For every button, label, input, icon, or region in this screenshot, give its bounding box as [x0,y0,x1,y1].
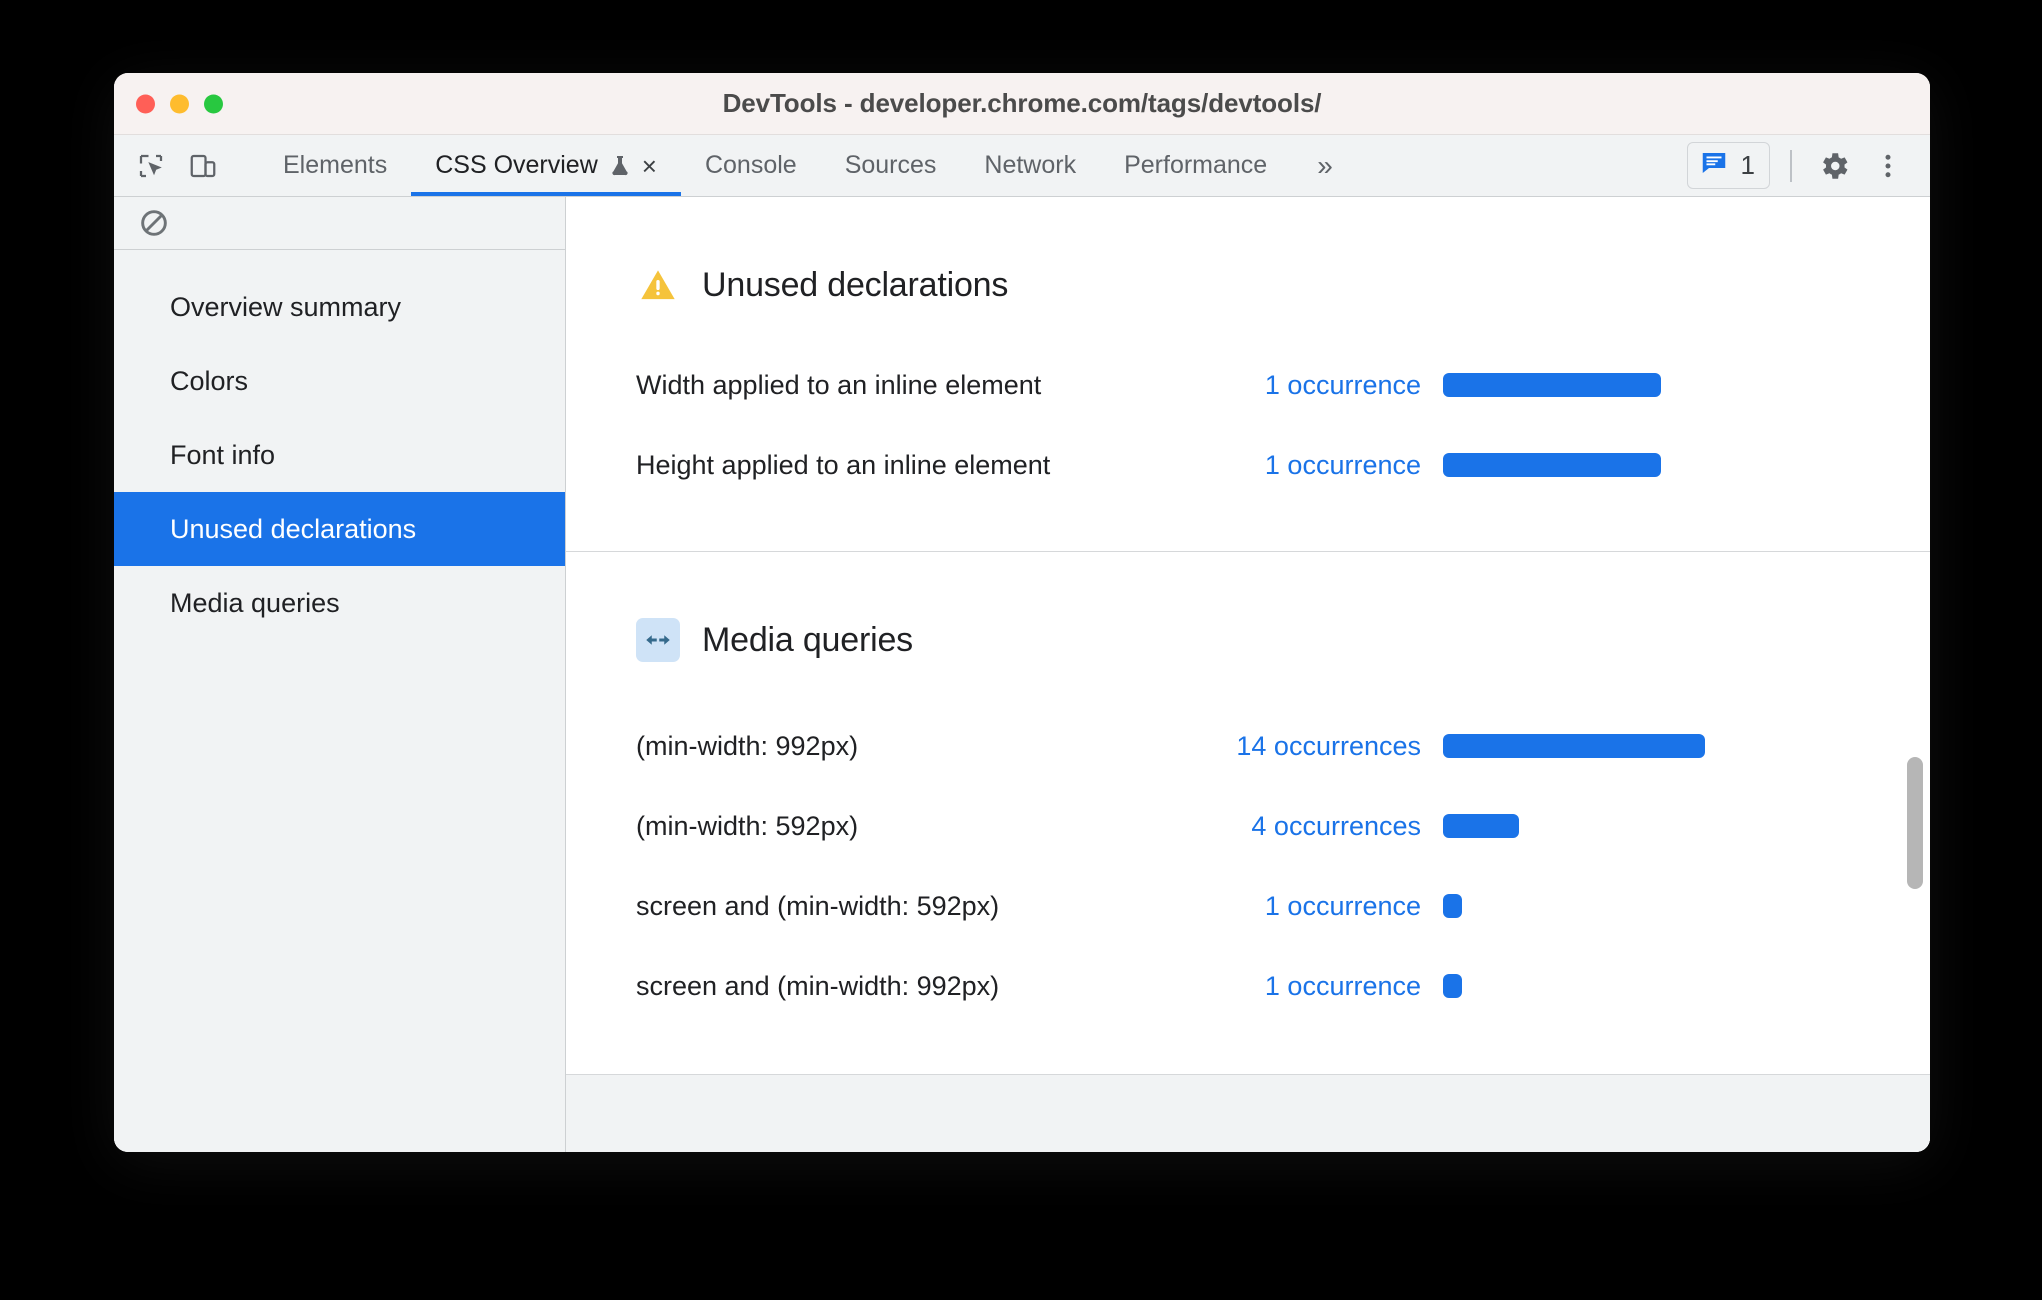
horizontal-resize-icon [636,618,680,662]
tab-sources[interactable]: Sources [821,135,961,196]
window-controls[interactable] [136,94,223,113]
table-row[interactable]: (min-width: 992px) 14 occurrences [566,706,1930,786]
section-title: Unused declarations [702,265,1009,304]
warning-triangle-icon [636,263,680,307]
tab-label: Performance [1124,151,1268,179]
close-tab-icon[interactable]: × [642,153,657,179]
message-icon [1699,148,1729,183]
content-bottom-strip [566,1074,1930,1152]
row-label: (min-width: 592px) [636,810,859,841]
inspect-element-icon[interactable] [132,147,170,185]
window-titlebar: DevTools - developer.chrome.com/tags/dev… [114,73,1930,135]
sidebar-item-label: Overview summary [170,291,402,322]
table-row[interactable]: (min-width: 592px) 4 occurrences [566,786,1930,866]
row-count-link[interactable]: 4 occurrences [1196,811,1421,842]
sidebar-item-font-info[interactable]: Font info [114,418,565,492]
section-title: Media queries [702,620,913,659]
tab-console[interactable]: Console [681,135,821,196]
screen-background: DevTools - developer.chrome.com/tags/dev… [0,0,2042,1300]
row-label: Width applied to an inline element [636,369,1042,400]
minimize-window-button[interactable] [170,94,189,113]
close-window-button[interactable] [136,94,155,113]
sidebar-item-overview-summary[interactable]: Overview summary [114,270,565,344]
experiment-flask-icon [608,154,632,178]
tab-label: Console [704,151,797,179]
row-label: (min-width: 992px) [636,730,859,761]
sidebar-item-unused-declarations[interactable]: Unused declarations [114,492,565,566]
row-bar [1443,894,1462,918]
table-row[interactable]: Height applied to an inline element 1 oc… [566,425,1930,505]
sidebar-item-label: Colors [170,365,249,396]
tab-label: Sources [844,151,937,179]
row-bar-container [1421,974,1462,998]
css-overview-sidebar: Overview summary Colors Font info Unused… [114,197,566,1152]
row-bar [1443,974,1462,998]
kebab-menu-icon[interactable] [1866,144,1910,188]
console-messages-badge[interactable]: 1 [1686,142,1770,189]
row-bar [1443,814,1519,838]
table-row[interactable]: Width applied to an inline element 1 occ… [566,345,1930,425]
scrollbar-thumb[interactable] [1907,757,1923,889]
row-bar-container [1421,373,1661,397]
toolbar-right-icons: 1 [1686,135,1930,196]
sidebar-items: Overview summary Colors Font info Unused… [114,250,565,640]
row-label: Height applied to an inline element [636,449,1051,480]
section-header: Unused declarations [566,197,1930,307]
row-bar-container [1421,453,1661,477]
unused-declaration-rows: Width applied to an inline element 1 occ… [566,307,1930,551]
row-count-link[interactable]: 1 occurrence [1196,450,1421,481]
maximize-window-button[interactable] [204,94,223,113]
sidebar-item-label: Media queries [170,587,340,618]
css-overview-content: Unused declarations Width applied to an … [566,197,1930,1152]
tab-network[interactable]: Network [960,135,1100,196]
row-count-link[interactable]: 14 occurrences [1196,731,1421,762]
row-bar [1443,734,1705,758]
section-unused-declarations: Unused declarations Width applied to an … [566,197,1930,551]
device-toolbar-icon[interactable] [184,147,222,185]
tab-label: Network [984,151,1077,179]
row-count-link[interactable]: 1 occurrence [1196,891,1421,922]
sidebar-toolbar [114,197,565,250]
gear-icon[interactable] [1812,144,1856,188]
row-label: screen and (min-width: 992px) [636,970,1000,1001]
row-bar [1443,453,1661,477]
row-bar-container [1421,734,1705,758]
sidebar-item-media-queries[interactable]: Media queries [114,566,565,640]
tab-label: Elements [283,151,388,179]
block-clear-icon[interactable] [136,205,172,241]
row-bar-container [1421,814,1519,838]
window-title: DevTools - developer.chrome.com/tags/dev… [722,88,1322,118]
row-label: screen and (min-width: 592px) [636,890,1000,921]
message-count: 1 [1740,150,1755,180]
more-tabs-icon[interactable]: » [1291,135,1359,196]
sidebar-item-label: Unused declarations [170,513,417,544]
content-scroll-area[interactable]: Unused declarations Width applied to an … [566,197,1930,1152]
panel-tabs: Elements CSS Overview × Console Sources [259,135,1687,196]
tab-elements[interactable]: Elements [259,135,411,196]
row-count-link[interactable]: 1 occurrence [1196,971,1421,1002]
devtools-window: DevTools - developer.chrome.com/tags/dev… [114,73,1930,1152]
tab-performance[interactable]: Performance [1100,135,1291,196]
row-bar-container [1421,894,1462,918]
table-row[interactable]: screen and (min-width: 592px) 1 occurren… [566,866,1930,946]
sidebar-item-label: Font info [170,439,276,470]
toolbar-divider [1790,149,1792,182]
section-header: Media queries [566,552,1930,662]
row-count-link[interactable]: 1 occurrence [1196,370,1421,401]
devtools-body: Overview summary Colors Font info Unused… [114,197,1930,1152]
sidebar-item-colors[interactable]: Colors [114,344,565,418]
table-row[interactable]: screen and (min-width: 992px) 1 occurren… [566,946,1930,1026]
tab-label: CSS Overview [435,151,598,179]
media-query-rows: (min-width: 992px) 14 occurrences (min-w… [566,662,1930,1072]
tab-css-overview[interactable]: CSS Overview × [411,135,681,196]
devtools-toolbar: Elements CSS Overview × Console Sources [114,135,1930,197]
row-bar [1443,373,1661,397]
toolbar-left-icons [114,135,259,196]
content-scrollbar[interactable] [1904,197,1926,1152]
section-media-queries: Media queries (min-width: 992px) 14 occu… [566,552,1930,1072]
